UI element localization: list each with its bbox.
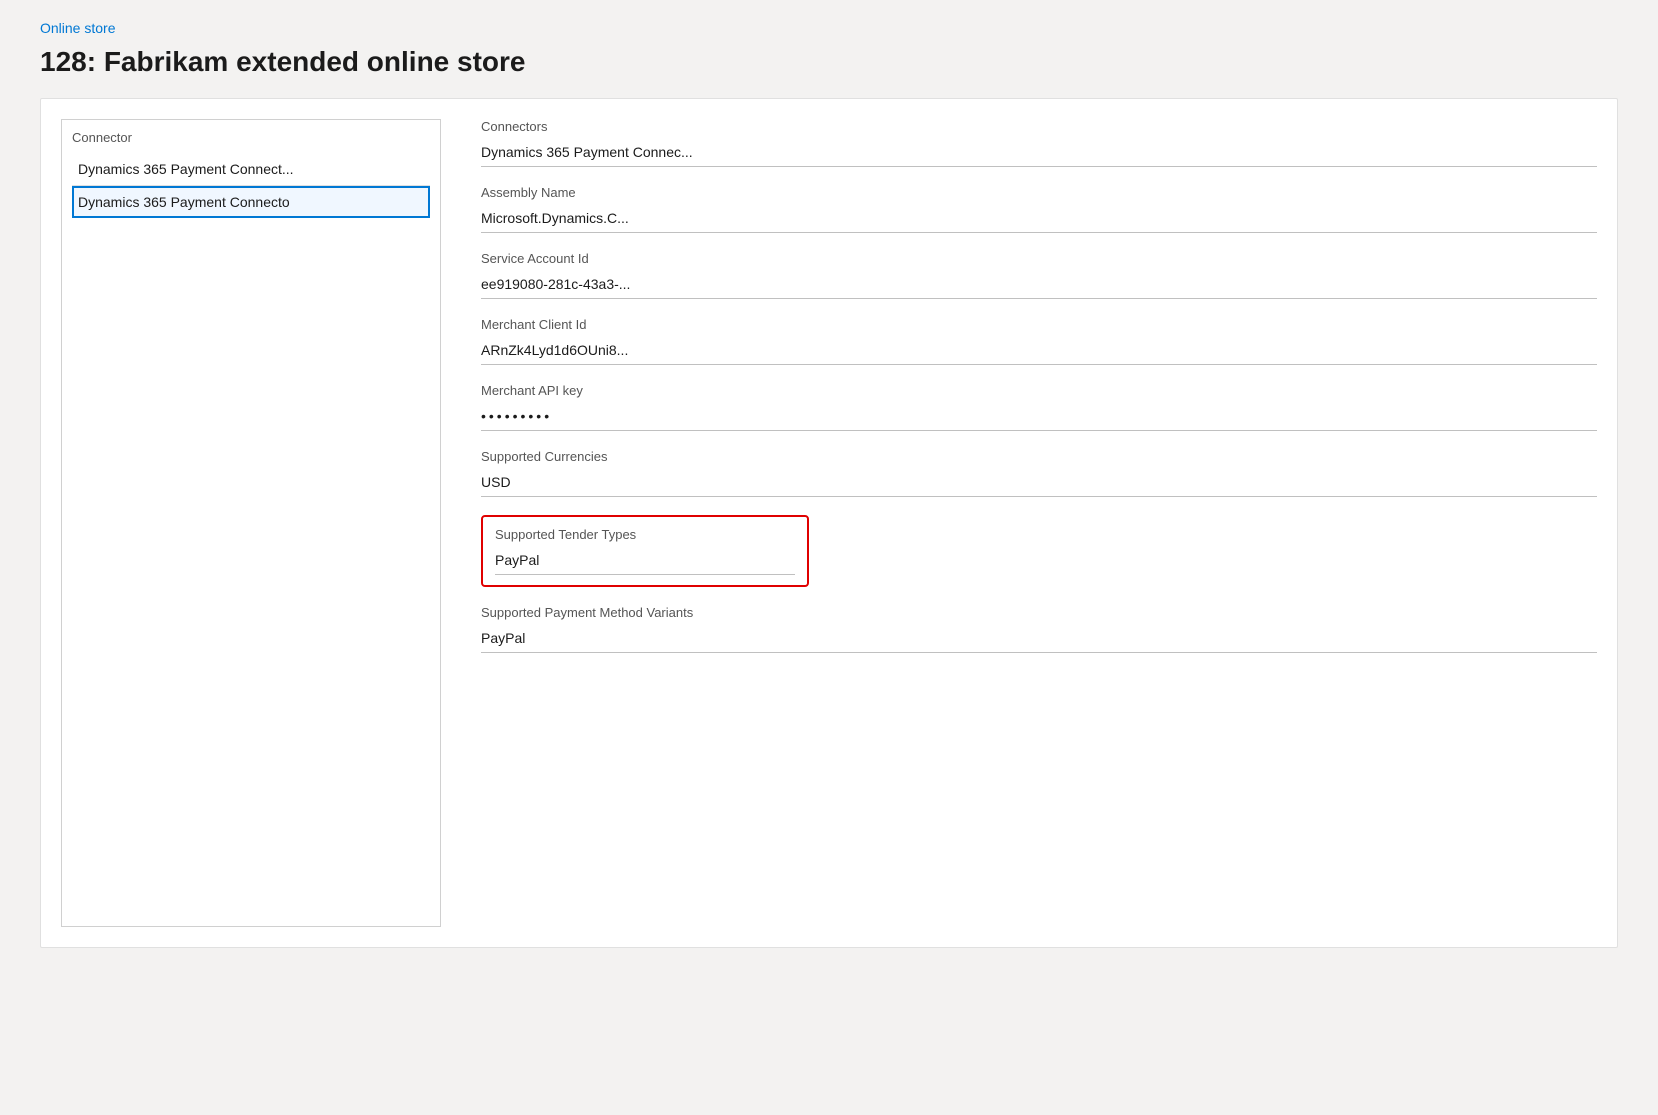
field-value: PayPal — [495, 546, 795, 575]
field-label: Supported Tender Types — [495, 527, 795, 542]
field-group: Merchant Client Id ARnZk4Lyd1d6OUni8... — [481, 317, 1597, 365]
field-group: Merchant API key ••••••••• — [481, 383, 1597, 431]
connector-list-item[interactable]: Dynamics 365 Payment Connect... — [72, 153, 430, 186]
field-group: Supported Payment Method Variants PayPal — [481, 605, 1597, 653]
breadcrumb-link[interactable]: Online store — [40, 20, 115, 36]
main-content: Connector Dynamics 365 Payment Connect..… — [40, 98, 1618, 948]
field-group: Supported Currencies USD — [481, 449, 1597, 497]
right-panel: Connectors Dynamics 365 Payment Connec...… — [481, 119, 1597, 927]
field-value: ee919080-281c-43a3-... — [481, 270, 1597, 299]
field-label: Assembly Name — [481, 185, 1597, 200]
field-label: Merchant Client Id — [481, 317, 1597, 332]
field-group: Assembly Name Microsoft.Dynamics.C... — [481, 185, 1597, 233]
field-label: Supported Currencies — [481, 449, 1597, 464]
field-value: PayPal — [481, 624, 1597, 653]
field-label: Merchant API key — [481, 383, 1597, 398]
field-label: Supported Payment Method Variants — [481, 605, 1597, 620]
field-value: USD — [481, 468, 1597, 497]
left-panel: Connector Dynamics 365 Payment Connect..… — [61, 119, 441, 927]
field-group: Connectors Dynamics 365 Payment Connec... — [481, 119, 1597, 167]
field-value: Dynamics 365 Payment Connec... — [481, 138, 1597, 167]
connector-panel-label: Connector — [72, 130, 430, 145]
field-group: Service Account Id ee919080-281c-43a3-... — [481, 251, 1597, 299]
connector-list: Dynamics 365 Payment Connect...Dynamics … — [72, 153, 430, 218]
field-value: Microsoft.Dynamics.C... — [481, 204, 1597, 233]
field-value: ARnZk4Lyd1d6OUni8... — [481, 336, 1597, 365]
tender-types-group: Supported Tender Types PayPal — [481, 515, 809, 587]
field-value: ••••••••• — [481, 402, 1597, 431]
field-label: Service Account Id — [481, 251, 1597, 266]
page-title: 128: Fabrikam extended online store — [40, 46, 1618, 78]
connector-list-item[interactable]: Dynamics 365 Payment Connecto — [72, 186, 430, 218]
field-label: Connectors — [481, 119, 1597, 134]
